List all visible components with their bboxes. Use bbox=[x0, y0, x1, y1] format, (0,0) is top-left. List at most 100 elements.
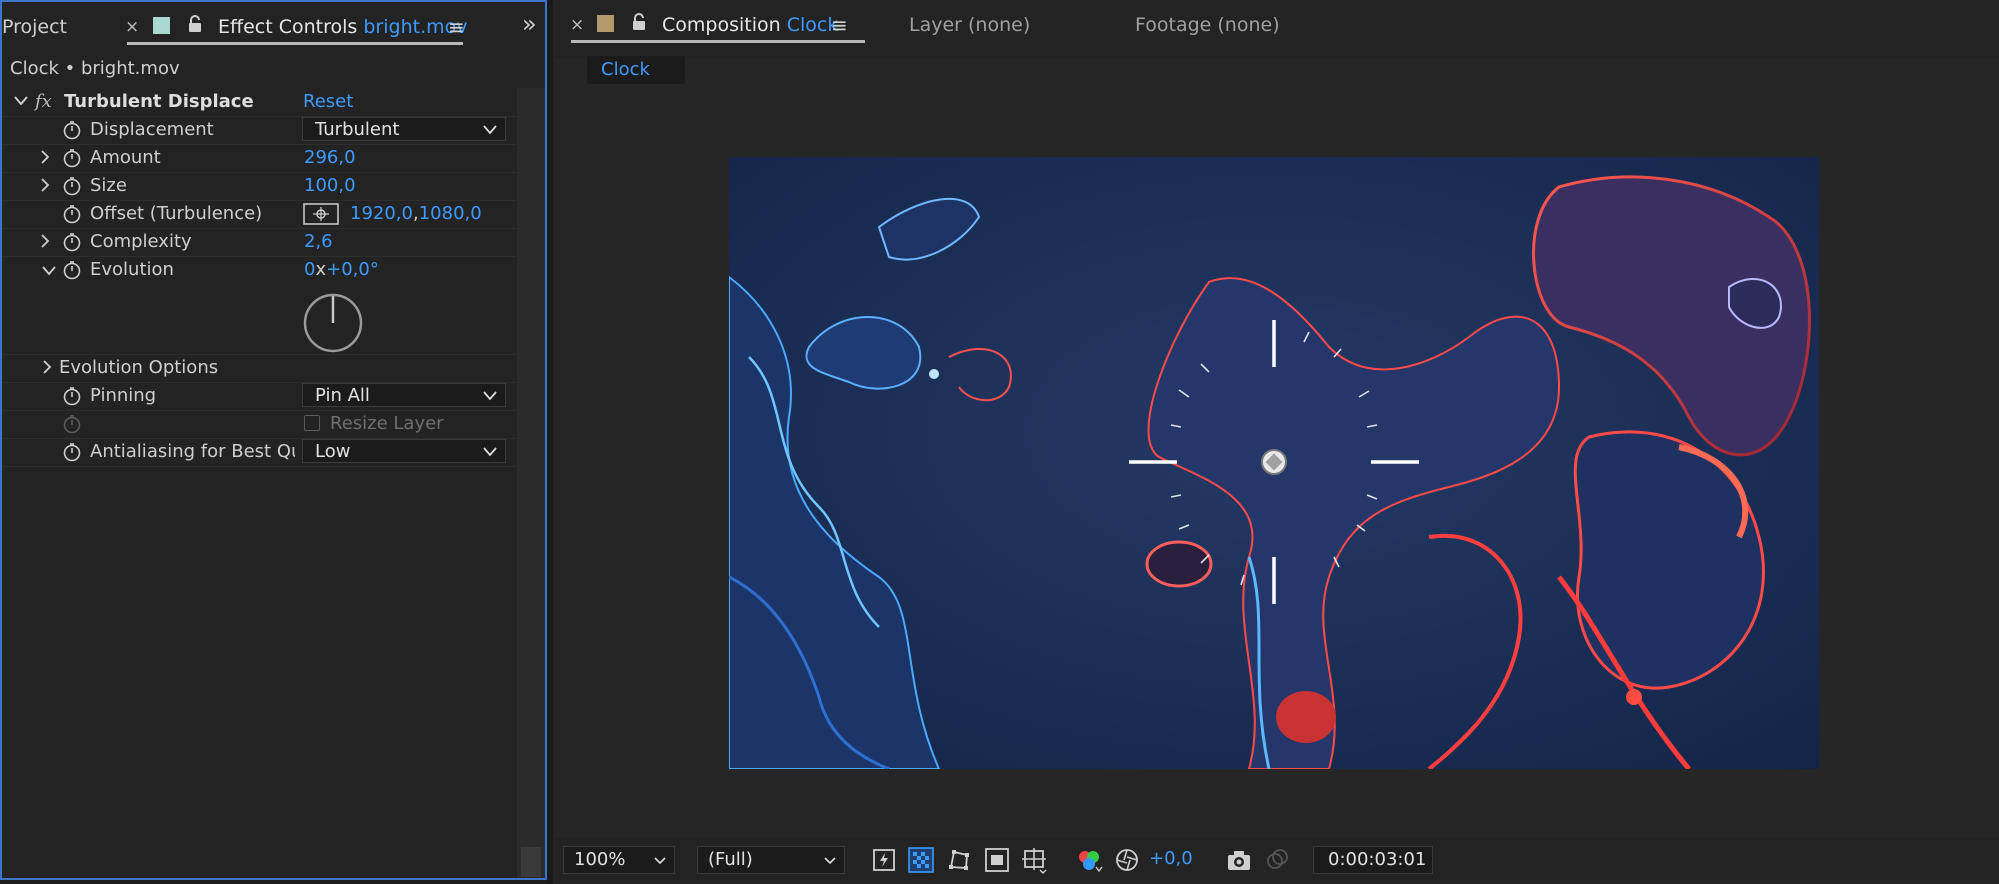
exposure-value[interactable]: +0,0 bbox=[1149, 848, 1193, 869]
evolution-revolutions[interactable]: 0 bbox=[304, 259, 315, 280]
resolution-dropdown[interactable]: (Full) bbox=[697, 846, 845, 874]
lock-icon[interactable] bbox=[187, 15, 203, 33]
chevron-down-icon bbox=[824, 857, 836, 865]
snapshot-icon[interactable] bbox=[1225, 847, 1253, 873]
property-row-evolution: Evolution 0x+0,0° bbox=[2, 256, 517, 355]
region-of-interest-icon[interactable] bbox=[984, 847, 1010, 873]
chevron-down-icon[interactable] bbox=[42, 266, 56, 276]
evolution-value[interactable]: 0x+0,0° bbox=[304, 259, 379, 280]
grid-guides-icon[interactable] bbox=[1021, 847, 1049, 875]
fast-previews-icon[interactable] bbox=[871, 847, 897, 873]
property-row-resize-layer: Resize Layer bbox=[2, 410, 517, 439]
chevron-down-icon[interactable] bbox=[14, 96, 28, 106]
panel-divider[interactable] bbox=[547, 0, 553, 884]
chevron-down-icon bbox=[654, 857, 666, 865]
effect-header-row[interactable]: fx Turbulent Displace Reset bbox=[2, 88, 517, 117]
effect-properties-list: fx Turbulent Displace Reset Displacement… bbox=[2, 88, 517, 878]
property-row-offset: Offset (Turbulence) 1920,0,1080,0 bbox=[2, 200, 517, 229]
tab-footage[interactable]: Footage (none) bbox=[1135, 14, 1280, 36]
viewer-comp-tab[interactable]: Clock bbox=[587, 56, 685, 84]
stopwatch-icon[interactable] bbox=[62, 232, 82, 252]
color-channels-icon[interactable] bbox=[1076, 847, 1104, 875]
stopwatch-icon[interactable] bbox=[62, 442, 82, 462]
amount-value[interactable]: 296,0 bbox=[304, 147, 356, 168]
composition-panel: × Composition Clock ≡ Layer (none) Foota… bbox=[553, 0, 1999, 884]
transparency-grid-icon[interactable] bbox=[908, 847, 934, 873]
chevron-down-icon bbox=[483, 125, 497, 135]
property-label-size: Size bbox=[90, 175, 127, 196]
tab-effect-controls[interactable]: Effect Controls bright.mov bbox=[218, 16, 467, 38]
label-color-swatch[interactable] bbox=[153, 17, 170, 34]
property-row-pinning: Pinning Pin All bbox=[2, 382, 517, 411]
vertical-scrollbar[interactable] bbox=[517, 88, 545, 878]
left-panel-tabbar: Project × Effect Controls bright.mov ≡ » bbox=[2, 2, 545, 46]
panel-menu-icon[interactable]: ≡ bbox=[448, 15, 465, 39]
stopwatch-icon[interactable] bbox=[62, 204, 82, 224]
offset-y-value[interactable]: 1080,0 bbox=[419, 203, 482, 224]
property-row-antialiasing: Antialiasing for Best Qua Low bbox=[2, 438, 517, 467]
viewer-bottom-bar: 100% (Full) +0,0 0:00:03:01 bbox=[553, 838, 1999, 884]
chevron-down-icon bbox=[483, 391, 497, 401]
reset-button[interactable]: Reset bbox=[303, 91, 353, 112]
effect-controls-panel: Project × Effect Controls bright.mov ≡ »… bbox=[0, 0, 547, 880]
tab-composition[interactable]: Composition Clock bbox=[662, 14, 838, 36]
effect-controls-subtitle-bar: Clock • bright.mov bbox=[2, 48, 545, 88]
property-label-antialiasing: Antialiasing for Best Qua bbox=[90, 441, 295, 462]
fx-toggle[interactable]: fx bbox=[35, 91, 52, 112]
evolution-x: x bbox=[315, 259, 327, 280]
close-tab-icon[interactable]: × bbox=[570, 15, 584, 35]
label-color-swatch[interactable] bbox=[597, 15, 614, 32]
stopwatch-icon[interactable] bbox=[62, 148, 82, 168]
chevron-right-icon[interactable] bbox=[42, 360, 52, 374]
evolution-angle-dial[interactable] bbox=[302, 292, 364, 354]
pinning-dropdown[interactable]: Pin All bbox=[302, 383, 506, 407]
magnification-value: 100% bbox=[574, 849, 626, 870]
property-label-evolution: Evolution bbox=[90, 259, 174, 280]
tab-layer[interactable]: Layer (none) bbox=[909, 14, 1030, 36]
chevron-right-icon[interactable] bbox=[40, 234, 50, 248]
tab-effect-controls-label: Effect Controls bbox=[218, 16, 358, 38]
size-value[interactable]: 100,0 bbox=[304, 175, 356, 196]
lock-icon[interactable] bbox=[631, 13, 647, 31]
offset-value[interactable]: 1920,0,1080,0 bbox=[350, 203, 482, 224]
property-label-pinning: Pinning bbox=[90, 385, 157, 406]
stopwatch-icon[interactable] bbox=[62, 120, 82, 140]
property-row-displacement: Displacement Turbulent bbox=[2, 116, 517, 145]
stopwatch-icon bbox=[62, 414, 82, 434]
offset-x-value[interactable]: 1920,0 bbox=[350, 203, 413, 224]
current-time-display[interactable]: 0:00:03:01 bbox=[1313, 846, 1433, 874]
chevron-right-icon[interactable] bbox=[40, 150, 50, 164]
close-tab-icon[interactable]: × bbox=[125, 17, 139, 37]
stopwatch-icon[interactable] bbox=[62, 176, 82, 196]
property-row-size: Size 100,0 bbox=[2, 172, 517, 201]
resize-layer-checkbox[interactable] bbox=[304, 415, 320, 431]
mask-path-visibility-icon[interactable] bbox=[946, 847, 972, 873]
viewer-comp-tab-label: Clock bbox=[601, 59, 650, 80]
panel-overflow-icon[interactable]: » bbox=[522, 10, 537, 38]
property-label-complexity: Complexity bbox=[90, 231, 192, 252]
scrollbar-thumb[interactable] bbox=[521, 847, 541, 877]
stopwatch-icon[interactable] bbox=[62, 386, 82, 406]
tab-project[interactable]: Project bbox=[2, 16, 67, 38]
composition-frame[interactable] bbox=[729, 157, 1819, 769]
magnification-dropdown[interactable]: 100% bbox=[563, 846, 675, 874]
property-group-evolution-options[interactable]: Evolution Options bbox=[2, 354, 517, 383]
effect-name: Turbulent Displace bbox=[64, 91, 254, 112]
antialiasing-value: Low bbox=[315, 441, 351, 462]
displacement-dropdown[interactable]: Turbulent bbox=[302, 117, 506, 141]
property-label-amount: Amount bbox=[90, 147, 161, 168]
panel-menu-icon[interactable]: ≡ bbox=[831, 13, 848, 37]
stopwatch-icon[interactable] bbox=[62, 260, 82, 280]
antialiasing-dropdown[interactable]: Low bbox=[302, 439, 506, 463]
chevron-right-icon[interactable] bbox=[40, 178, 50, 192]
tab-composition-label: Composition bbox=[662, 14, 781, 36]
evolution-degrees[interactable]: +0,0° bbox=[326, 259, 379, 280]
property-label-displacement: Displacement bbox=[90, 119, 214, 140]
chevron-down-icon bbox=[483, 447, 497, 457]
complexity-value[interactable]: 2,6 bbox=[304, 231, 333, 252]
crosshair-icon[interactable] bbox=[303, 203, 339, 225]
effect-controls-subtitle: Clock • bright.mov bbox=[10, 58, 180, 79]
show-snapshot-icon[interactable] bbox=[1263, 847, 1291, 873]
viewer-tabbar: × Composition Clock ≡ Layer (none) Foota… bbox=[553, 0, 1999, 44]
exposure-reset-icon[interactable] bbox=[1114, 847, 1140, 873]
